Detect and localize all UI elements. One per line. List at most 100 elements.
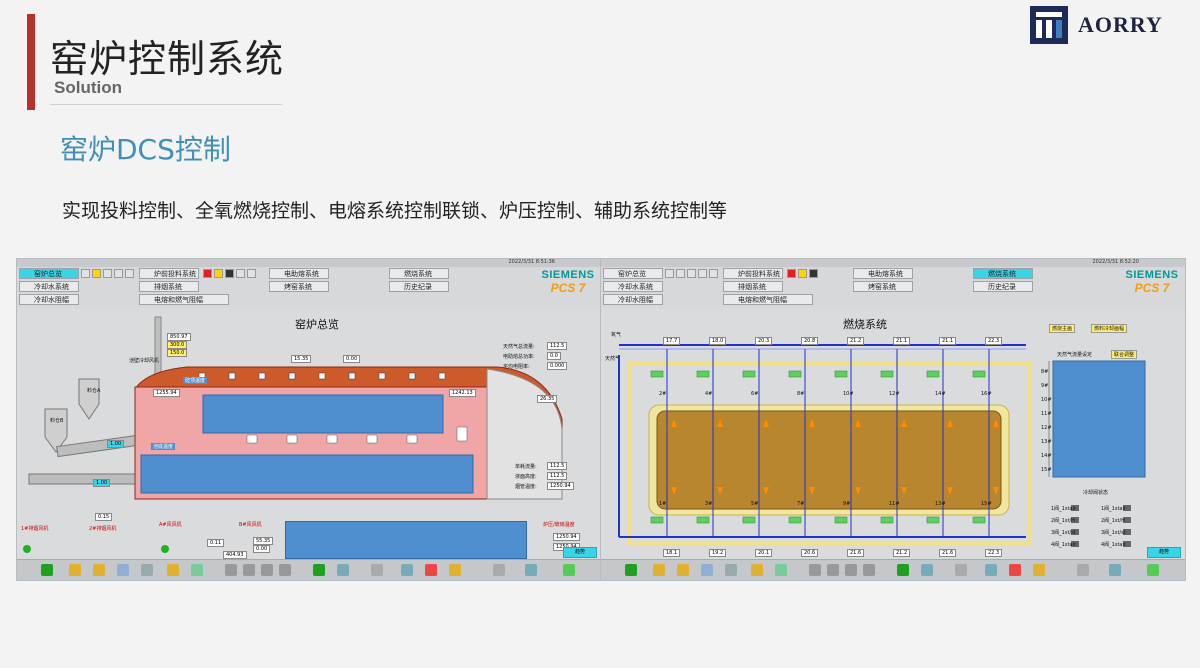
joint-adjust-button[interactable]: 联合调整 — [1111, 350, 1138, 359]
folder-icon[interactable] — [93, 564, 105, 576]
print-icon[interactable] — [337, 564, 349, 576]
tag-icon[interactable] — [371, 564, 383, 576]
arrow-right-icon[interactable] — [863, 564, 875, 576]
section-description: 实现投料控制、全氧燃烧控制、电熔系统控制联锁、炉压控制、辅助系统控制等 — [62, 200, 728, 222]
cool-status-1: 1阀_1stair — [1051, 506, 1076, 512]
speaker-icon[interactable] — [493, 564, 505, 576]
unit-flow-value: 112.5 — [547, 462, 568, 470]
nav-cooling-water-damper[interactable]: 冷却水阻幅 — [19, 294, 79, 305]
burner-10: 10# — [843, 391, 854, 397]
arrow-left-icon[interactable] — [225, 564, 237, 576]
tag-icon[interactable] — [955, 564, 967, 576]
cool-status-6: 3阀_1st/st — [1101, 530, 1126, 536]
nav-feeding[interactable]: 炉前投料系统 — [139, 268, 199, 279]
kiln-overview-screen: 2022/3/31 8:51:36 窑炉总览 炉前投料系统 电助熔系统 燃烧系统… — [16, 258, 602, 581]
graph-icon[interactable] — [141, 564, 153, 576]
nav-mini-button[interactable] — [81, 269, 90, 278]
alarm-icon[interactable] — [1009, 564, 1021, 576]
note-icon[interactable] — [751, 564, 763, 576]
nav-mini-button[interactable] — [665, 269, 674, 278]
window-icon[interactable] — [701, 564, 713, 576]
nav-electric-gas-damper[interactable]: 电熔和燃气阻幅 — [723, 294, 813, 305]
nav-cooling-water-damper[interactable]: 冷却水阻幅 — [603, 294, 663, 305]
level-value: 112.5 — [547, 472, 568, 480]
refresh-icon[interactable] — [897, 564, 909, 576]
nav-kiln-baking[interactable]: 烤窑系统 — [853, 281, 913, 292]
nav-electric-gas-damper[interactable]: 电熔和燃气阻幅 — [139, 294, 229, 305]
title-accent-bar — [27, 14, 35, 110]
arrow-up-icon[interactable] — [827, 564, 839, 576]
cool-status-7: 4阀_1stair — [1051, 542, 1076, 548]
nav-history[interactable]: 历史纪录 — [389, 281, 449, 292]
hierarchy-icon[interactable] — [191, 564, 203, 576]
pressure-value: 26.35 — [537, 395, 558, 403]
key-icon[interactable] — [69, 564, 81, 576]
nav-history[interactable]: 历史纪录 — [973, 281, 1033, 292]
nav-cooling-water[interactable]: 冷却水系统 — [19, 281, 79, 292]
fan1-label: 1#排烟风机 — [21, 526, 49, 532]
hierarchy-icon[interactable] — [775, 564, 787, 576]
folder-icon[interactable] — [677, 564, 689, 576]
nav-mini-button[interactable] — [247, 269, 256, 278]
play-icon[interactable] — [41, 564, 53, 576]
bottom-flow-1: 18.1 — [663, 549, 681, 557]
nav-cooling-water[interactable]: 冷却水系统 — [603, 281, 663, 292]
combustion-cooling-button[interactable]: 燃料冷却画幅 — [1091, 324, 1128, 333]
hopper-a-label: 料仓A — [87, 388, 101, 394]
fan-b-value: 55.35 — [253, 537, 274, 545]
nav-mini-button[interactable] — [698, 269, 707, 278]
print-icon[interactable] — [921, 564, 933, 576]
nav-mini-button[interactable] — [236, 269, 245, 278]
key-icon[interactable] — [653, 564, 665, 576]
arrow-down-icon[interactable] — [845, 564, 857, 576]
bell-icon[interactable] — [449, 564, 461, 576]
flue-temp-value: 1250.94 — [547, 482, 574, 490]
nav-feeding[interactable]: 炉前投料系统 — [723, 268, 783, 279]
note-icon[interactable] — [167, 564, 179, 576]
pcs7-brand: PCS 7 — [550, 281, 586, 295]
alarm-icon[interactable] — [425, 564, 437, 576]
arrow-up-icon[interactable] — [243, 564, 255, 576]
burner-9: 9# — [843, 501, 851, 507]
nav-mini-button[interactable] — [125, 269, 134, 278]
feed-rate-a: 1.00 — [107, 440, 125, 448]
siemens-logo: SIEMENS PCS 7 — [1123, 269, 1181, 309]
save-icon[interactable] — [985, 564, 997, 576]
nav-mini-button[interactable] — [687, 269, 696, 278]
combustion-main-button[interactable]: 燃烧主画 — [1049, 324, 1076, 333]
nav-kiln-baking[interactable]: 烤窑系统 — [269, 281, 329, 292]
arrow-down-icon[interactable] — [261, 564, 273, 576]
nav-combustion[interactable]: 燃烧系统 — [389, 268, 449, 279]
graph-icon[interactable] — [725, 564, 737, 576]
nav-combustion[interactable]: 燃烧系统 — [973, 268, 1033, 279]
nav-exhaust[interactable]: 排烟系统 — [139, 281, 199, 292]
nav-electric-boost[interactable]: 电助熔系统 — [853, 268, 913, 279]
cool-status-2: 1阀_1stair — [1101, 506, 1126, 512]
nav-kiln-overview[interactable]: 窑炉总览 — [19, 268, 79, 279]
help-icon[interactable] — [1109, 564, 1121, 576]
nav-mini-button[interactable] — [676, 269, 685, 278]
nav-exhaust[interactable]: 排烟系统 — [723, 281, 783, 292]
nav-kiln-overview[interactable]: 窑炉总览 — [603, 268, 663, 279]
toolbar — [17, 559, 601, 580]
refresh-icon[interactable] — [313, 564, 325, 576]
save-icon[interactable] — [401, 564, 413, 576]
nav-mini-button[interactable] — [114, 269, 123, 278]
bell-icon[interactable] — [1033, 564, 1045, 576]
window-icon[interactable] — [117, 564, 129, 576]
nav-electric-boost[interactable]: 电助熔系统 — [269, 268, 329, 279]
confirm-icon[interactable] — [1147, 564, 1159, 576]
arrow-left-icon[interactable] — [809, 564, 821, 576]
trend-button[interactable]: 趋势 — [1147, 547, 1181, 558]
confirm-icon[interactable] — [563, 564, 575, 576]
title-divider — [50, 104, 282, 105]
help-icon[interactable] — [525, 564, 537, 576]
top-flow-8: 22.3 — [985, 337, 1003, 345]
nav-mini-button[interactable] — [103, 269, 112, 278]
play-icon[interactable] — [625, 564, 637, 576]
arrow-right-icon[interactable] — [279, 564, 291, 576]
feed-panel — [285, 521, 527, 559]
nav-mini-button[interactable] — [709, 269, 718, 278]
speaker-icon[interactable] — [1077, 564, 1089, 576]
trend-button[interactable]: 趋势 — [563, 547, 597, 558]
